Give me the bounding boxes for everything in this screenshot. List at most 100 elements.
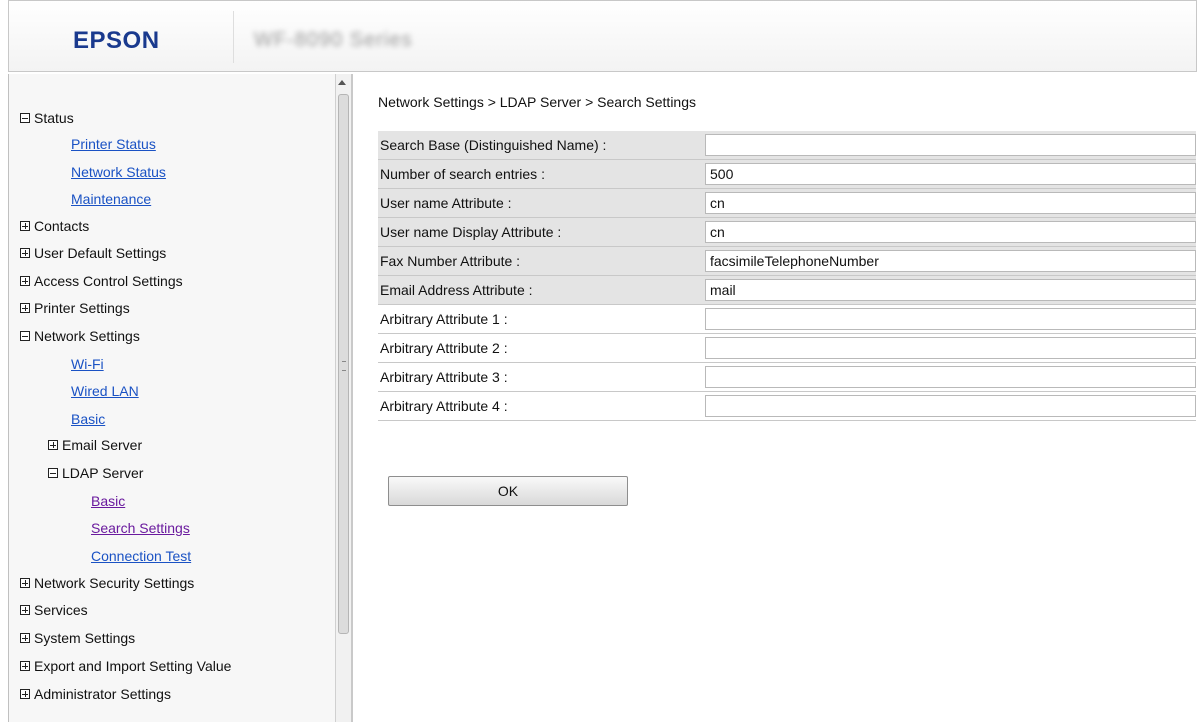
nav-network-security-settings[interactable]: Network Security Settings bbox=[20, 573, 194, 593]
nav-export-import[interactable]: Export and Import Setting Value bbox=[20, 656, 231, 676]
expand-icon[interactable] bbox=[20, 248, 30, 258]
field-label: Arbitrary Attribute 1 : bbox=[380, 311, 508, 327]
expand-icon[interactable] bbox=[20, 661, 30, 671]
search-base-input[interactable] bbox=[705, 134, 1196, 156]
arbitrary-attribute-3-input[interactable] bbox=[705, 366, 1196, 388]
email-address-attribute-input[interactable] bbox=[705, 279, 1196, 301]
nav-maintenance-link[interactable]: Maintenance bbox=[71, 191, 151, 207]
sidebar bbox=[8, 74, 343, 722]
field-label: Email Address Attribute : bbox=[380, 282, 533, 298]
arbitrary-attribute-4-input[interactable] bbox=[705, 395, 1196, 417]
nav-export-import-label: Export and Import Setting Value bbox=[34, 658, 232, 674]
expand-icon[interactable] bbox=[20, 689, 30, 699]
header-divider bbox=[233, 11, 234, 63]
breadcrumb: Network Settings > LDAP Server > Search … bbox=[378, 94, 697, 110]
nav-network-security-settings-label: Network Security Settings bbox=[34, 575, 195, 591]
arbitrary-attribute-2-input[interactable] bbox=[705, 337, 1196, 359]
nav-printer-settings-label: Printer Settings bbox=[34, 300, 130, 316]
form-row: Email Address Attribute : bbox=[378, 276, 1196, 305]
form-row: Arbitrary Attribute 2 : bbox=[378, 334, 1196, 363]
scroll-grip-icon bbox=[342, 361, 346, 371]
form-row: Arbitrary Attribute 3 : bbox=[378, 363, 1196, 392]
nav-status[interactable]: Status bbox=[20, 108, 74, 128]
nav-ldap-server-label: LDAP Server bbox=[62, 465, 144, 481]
nav-maintenance[interactable]: Maintenance bbox=[71, 189, 151, 209]
nav-basic-link[interactable]: Basic bbox=[71, 411, 105, 427]
nav-services[interactable]: Services bbox=[20, 600, 88, 620]
field-label: Arbitrary Attribute 4 : bbox=[380, 398, 508, 414]
nav-ldap-basic-link[interactable]: Basic bbox=[91, 493, 125, 509]
nav-printer-settings[interactable]: Printer Settings bbox=[20, 298, 130, 318]
expand-icon[interactable] bbox=[48, 440, 58, 450]
expand-icon[interactable] bbox=[20, 605, 30, 615]
nav-network-settings-label: Network Settings bbox=[34, 328, 140, 344]
nav-connection-test[interactable]: Connection Test bbox=[91, 546, 191, 566]
expand-icon[interactable] bbox=[20, 276, 30, 286]
nav-system-settings[interactable]: System Settings bbox=[20, 628, 135, 648]
nav-administrator-settings-label: Administrator Settings bbox=[34, 686, 171, 702]
form-row: Arbitrary Attribute 1 : bbox=[378, 305, 1196, 334]
sidebar-left-border bbox=[8, 74, 9, 722]
expand-icon[interactable] bbox=[20, 633, 30, 643]
model-name: WF-8090 Series bbox=[254, 29, 413, 51]
form-row: Fax Number Attribute : bbox=[378, 247, 1196, 276]
nav-status-label: Status bbox=[34, 110, 74, 126]
form-row: Search Base (Distinguished Name) : bbox=[378, 131, 1196, 160]
nav-printer-status[interactable]: Printer Status bbox=[71, 134, 156, 154]
field-label: User name Attribute : bbox=[380, 195, 512, 211]
nav-access-control-settings[interactable]: Access Control Settings bbox=[20, 271, 183, 291]
arbitrary-attribute-1-input[interactable] bbox=[705, 308, 1196, 330]
ok-button[interactable]: OK bbox=[388, 476, 628, 506]
expand-icon[interactable] bbox=[20, 303, 30, 313]
pane-divider[interactable] bbox=[351, 74, 353, 722]
nav-system-settings-label: System Settings bbox=[34, 630, 136, 646]
nav-access-control-settings-label: Access Control Settings bbox=[34, 273, 183, 289]
user-name-display-attribute-input[interactable] bbox=[705, 221, 1196, 243]
fax-number-attribute-input[interactable] bbox=[705, 250, 1196, 272]
nav-network-status-link[interactable]: Network Status bbox=[71, 164, 166, 180]
nav-network-status[interactable]: Network Status bbox=[71, 162, 166, 182]
nav-wifi[interactable]: Wi-Fi bbox=[71, 354, 104, 374]
collapse-icon[interactable] bbox=[20, 331, 30, 341]
nav-administrator-settings[interactable]: Administrator Settings bbox=[20, 684, 171, 704]
nav-ldap-server[interactable]: LDAP Server bbox=[48, 463, 143, 483]
nav-search-settings-link[interactable]: Search Settings bbox=[91, 520, 190, 536]
collapse-icon[interactable] bbox=[20, 113, 30, 123]
nav-user-default-settings-label: User Default Settings bbox=[34, 245, 167, 261]
form-row: User name Attribute : bbox=[378, 189, 1196, 218]
nav-services-label: Services bbox=[34, 602, 88, 618]
nav-network-settings[interactable]: Network Settings bbox=[20, 326, 140, 346]
search-entries-input[interactable] bbox=[705, 163, 1196, 185]
nav-basic[interactable]: Basic bbox=[71, 409, 105, 429]
nav-wifi-link[interactable]: Wi-Fi bbox=[71, 356, 104, 372]
nav-email-server-label: Email Server bbox=[62, 437, 143, 453]
nav-email-server[interactable]: Email Server bbox=[48, 435, 142, 455]
nav-connection-test-link[interactable]: Connection Test bbox=[91, 548, 191, 564]
expand-icon[interactable] bbox=[20, 578, 30, 588]
field-label: Search Base (Distinguished Name) : bbox=[380, 137, 607, 153]
nav-wired-lan[interactable]: Wired LAN bbox=[71, 381, 139, 401]
form-row: Number of search entries : bbox=[378, 160, 1196, 189]
form-row: User name Display Attribute : bbox=[378, 218, 1196, 247]
nav-contacts[interactable]: Contacts bbox=[20, 216, 89, 236]
nav-wired-lan-link[interactable]: Wired LAN bbox=[71, 383, 139, 399]
app-frame: EPSON WF-8090 Series Status Printer Stat… bbox=[8, 0, 1197, 722]
nav-user-default-settings[interactable]: User Default Settings bbox=[20, 243, 166, 263]
expand-icon[interactable] bbox=[20, 221, 30, 231]
field-label: Arbitrary Attribute 3 : bbox=[380, 369, 508, 385]
epson-logo: EPSON bbox=[73, 27, 160, 54]
scroll-thumb[interactable] bbox=[338, 94, 349, 634]
nav-printer-status-link[interactable]: Printer Status bbox=[71, 136, 156, 152]
field-label: User name Display Attribute : bbox=[380, 224, 562, 240]
field-label: Arbitrary Attribute 2 : bbox=[380, 340, 508, 356]
nav-contacts-label: Contacts bbox=[34, 218, 90, 234]
nav-ldap-basic[interactable]: Basic bbox=[91, 491, 125, 511]
sidebar-scrollbar[interactable] bbox=[335, 74, 351, 722]
field-label: Fax Number Attribute : bbox=[380, 253, 521, 269]
nav-search-settings[interactable]: Search Settings bbox=[91, 518, 190, 538]
scroll-up-arrow-icon[interactable] bbox=[338, 80, 346, 85]
user-name-attribute-input[interactable] bbox=[705, 192, 1196, 214]
header-bar: EPSON WF-8090 Series bbox=[8, 0, 1197, 72]
form-row: Arbitrary Attribute 4 : bbox=[378, 392, 1196, 421]
collapse-icon[interactable] bbox=[48, 468, 58, 478]
